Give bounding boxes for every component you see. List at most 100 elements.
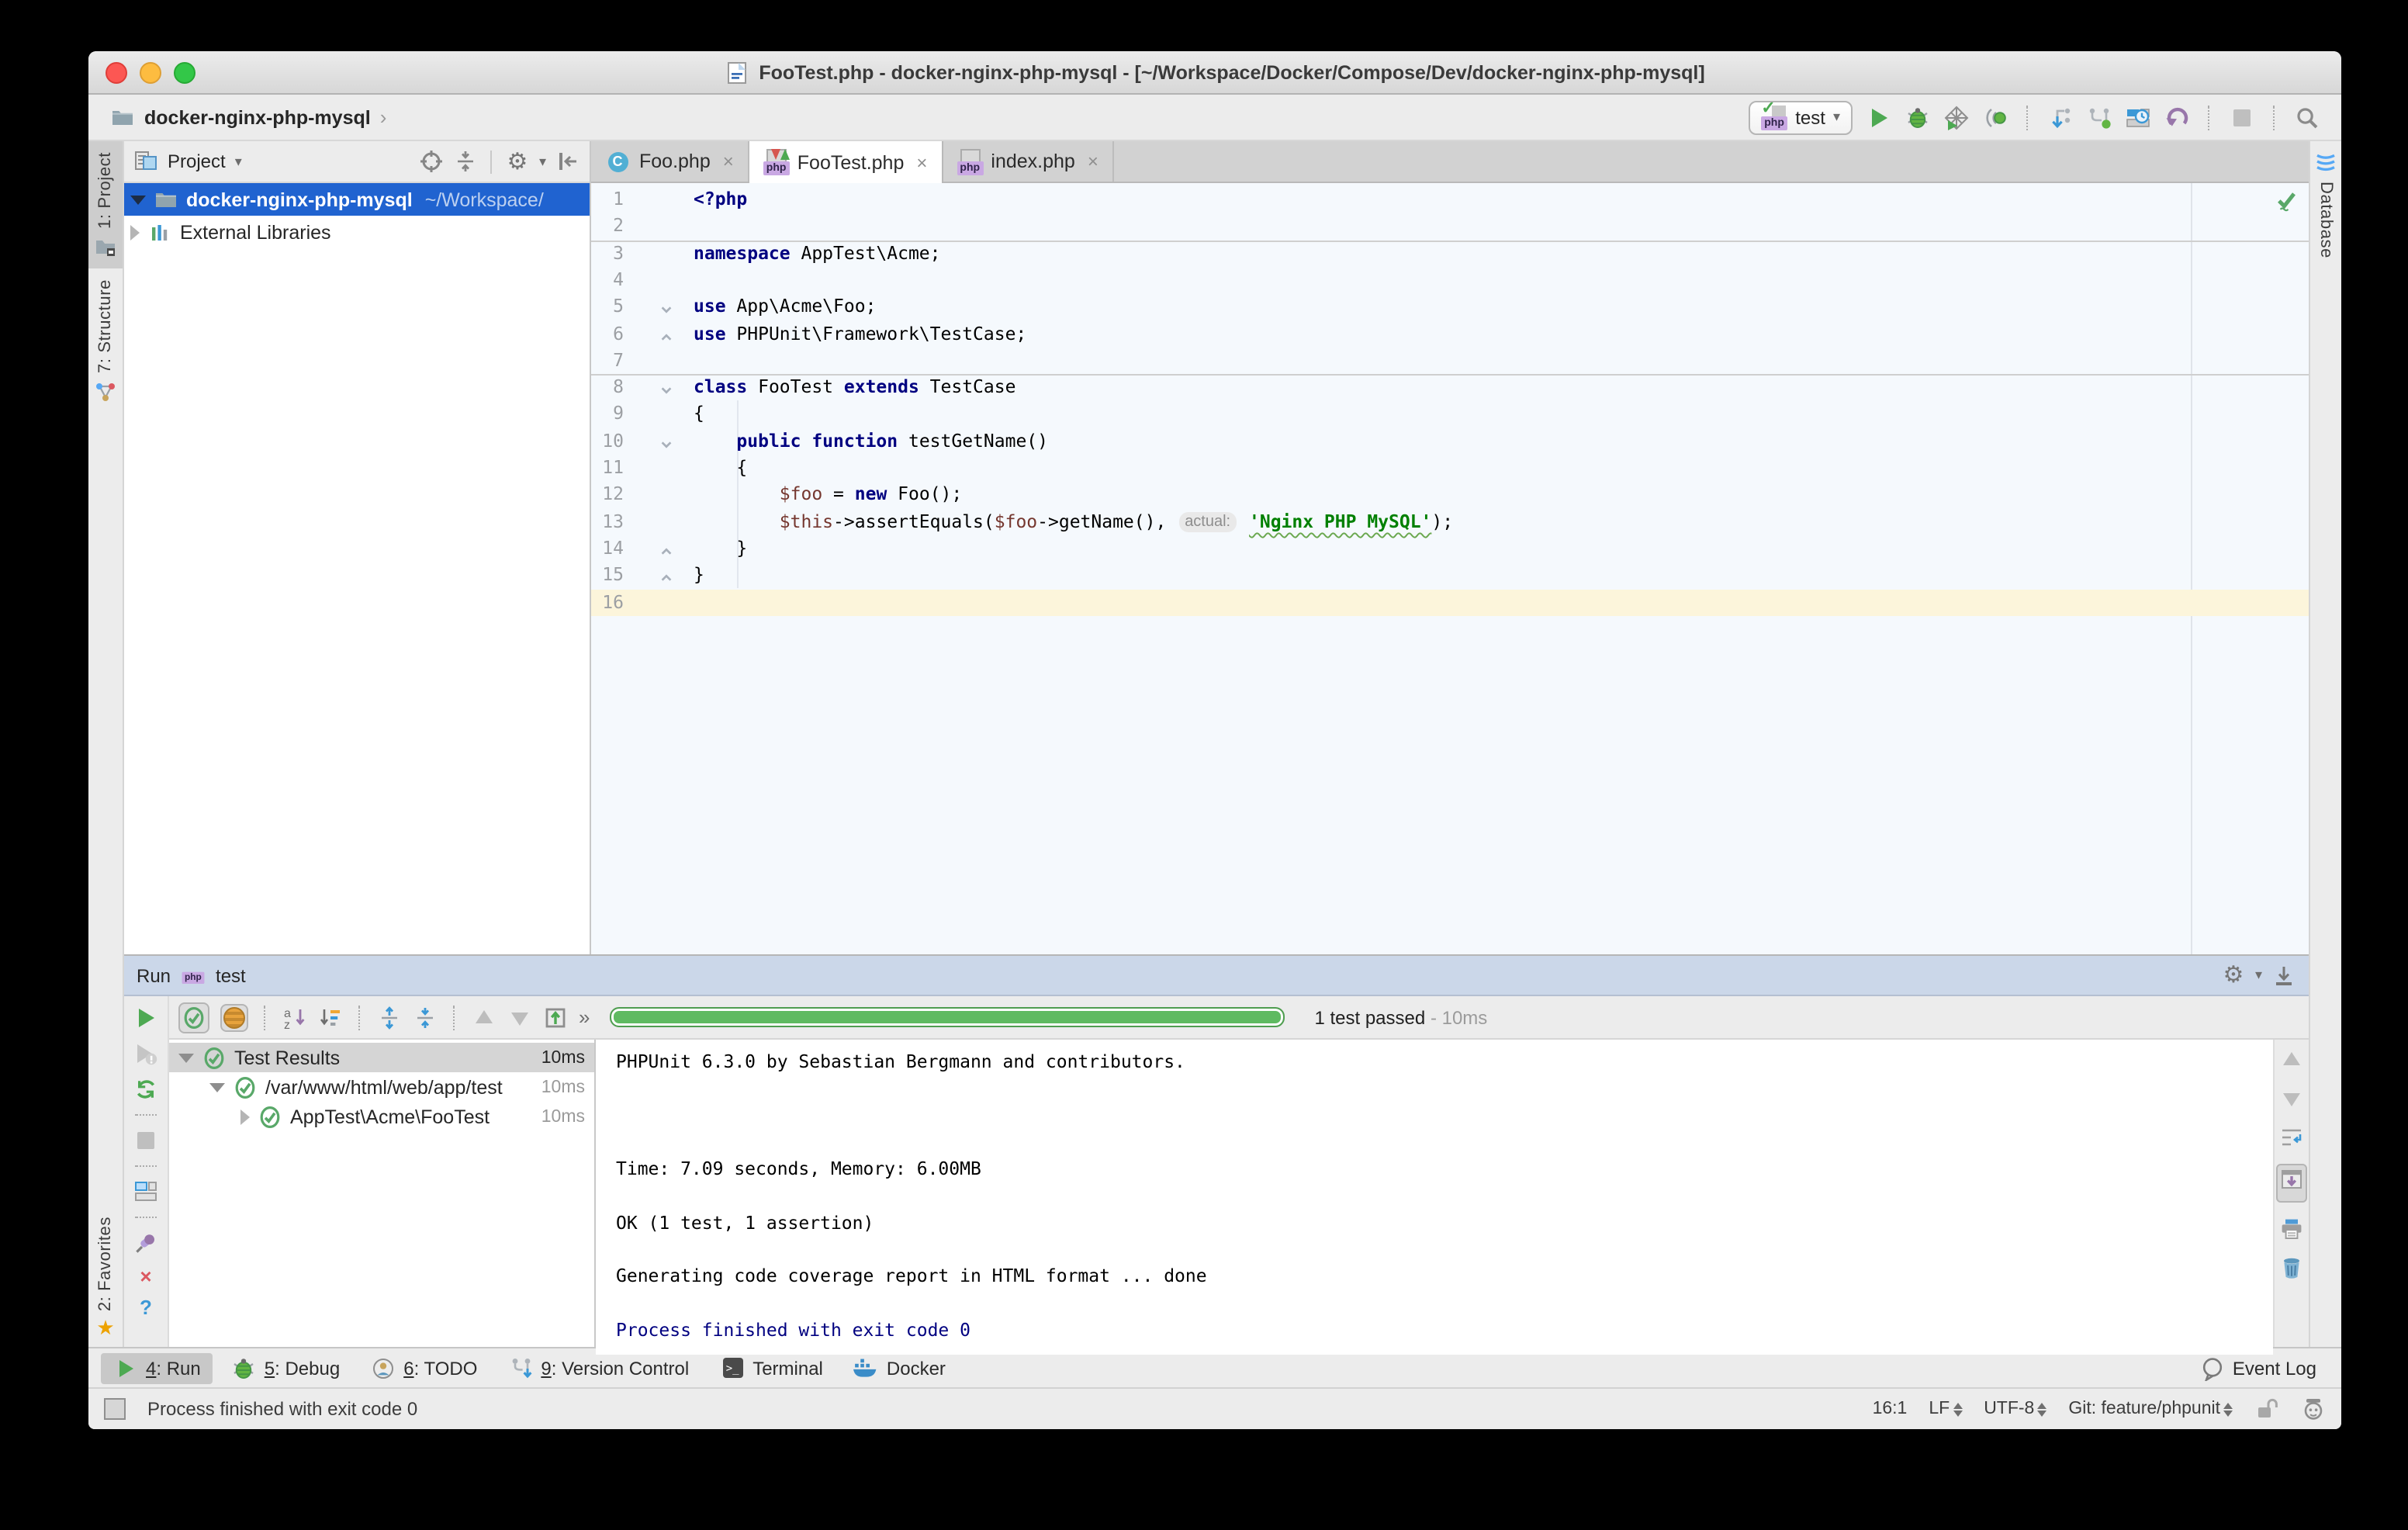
test-tree-row[interactable]: Test Results10ms [169, 1043, 594, 1072]
attach-profiler-button[interactable] [1983, 105, 2008, 130]
show-ignored-toggle[interactable] [220, 1003, 248, 1031]
caret-position-widget[interactable]: 16:1 [1873, 1400, 1908, 1418]
scroll-to-end-button[interactable] [2276, 1164, 2307, 1203]
console-line [616, 1290, 2273, 1317]
code-area[interactable]: <?phpnamespace AppTest\Acme;use App\Acme… [687, 183, 2309, 954]
fold-marker[interactable] [659, 434, 673, 448]
event-log-button[interactable]: Event Log [2188, 1352, 2329, 1383]
gear-icon[interactable]: ⚙ [505, 149, 530, 174]
toolwindow-button-terminal[interactable]: >_Terminal [708, 1352, 836, 1383]
print-button[interactable] [2279, 1217, 2304, 1241]
toolwindow-button--debug[interactable]: 5: Debug [220, 1352, 352, 1383]
gear-icon[interactable]: ⚙ [2221, 963, 2246, 988]
import-test-results-button[interactable] [543, 1005, 568, 1030]
highlighting-level-icon[interactable] [2301, 1397, 2326, 1421]
line-number: 14 [591, 535, 624, 562]
test-tree-row[interactable]: /var/www/html/web/app/test10ms [169, 1072, 594, 1102]
fold-marker[interactable] [659, 299, 673, 313]
toolwindow-project-button[interactable]: 1: Project [88, 141, 123, 269]
tab-foo-php[interactable]: CFoo.php× [591, 141, 749, 182]
more-actions-button[interactable]: » [579, 1006, 590, 1029]
encoding-widget[interactable]: UTF-8 [1984, 1400, 2046, 1418]
project-panel-title: Project [168, 151, 226, 172]
chevron-down-icon[interactable] [130, 195, 146, 204]
restore-layout-button[interactable] [133, 1179, 158, 1204]
help-button[interactable]: ? [140, 1297, 152, 1317]
code-line: } [687, 535, 2309, 562]
run-with-coverage-button[interactable] [1944, 105, 1969, 130]
tab-footest-php[interactable]: phpFooTest.php× [749, 141, 943, 183]
down-stack-trace-button[interactable] [2279, 1086, 2304, 1111]
debug-button[interactable] [1905, 105, 1930, 130]
up-stack-trace-button[interactable] [2279, 1047, 2304, 1072]
previous-occurrence-button[interactable] [472, 1005, 496, 1030]
hide-toolwindow-button[interactable] [2271, 963, 2296, 988]
run-configuration-select[interactable]: ✓ php test ▾ [1749, 100, 1853, 134]
clear-all-button[interactable] [2279, 1255, 2304, 1280]
local-history-button[interactable] [2126, 105, 2150, 130]
code-editor[interactable]: 12345678910111213141516 <?phpnamespace A… [591, 183, 2309, 954]
rerun-button[interactable] [133, 1006, 158, 1030]
chevron-down-icon: ▾ [539, 153, 546, 170]
close-tab-icon[interactable]: × [1088, 151, 1098, 172]
project-tree-row[interactable]: docker-nginx-php-mysql~/Workspace/ [124, 183, 590, 216]
project-tree: docker-nginx-php-mysql~/Workspace/Extern… [124, 183, 590, 248]
next-occurrence-button[interactable] [507, 1005, 532, 1030]
project-tree-row[interactable]: External Libraries [124, 216, 590, 248]
fold-marker[interactable] [659, 327, 673, 341]
expand-all-button[interactable] [377, 1005, 402, 1030]
zoom-window-button[interactable] [174, 61, 195, 83]
line-number: 12 [591, 482, 624, 509]
toolwindow-button--run[interactable]: 4: Run [101, 1352, 213, 1383]
inspection-ok-icon[interactable] [2275, 189, 2298, 213]
stop-button[interactable] [2230, 105, 2254, 130]
vcs-commit-button[interactable] [2087, 105, 2112, 130]
chevron-right-icon[interactable] [130, 224, 140, 240]
toggle-auto-test-button[interactable] [133, 1077, 158, 1102]
pin-tab-button[interactable] [133, 1231, 158, 1255]
toolwindow-button-docker[interactable]: Docker [842, 1352, 958, 1383]
close-window-button[interactable] [106, 61, 127, 83]
run-tool-window-header[interactable]: Run php test ⚙ ▾ [124, 956, 2309, 996]
toolwindow-switcher-icon[interactable] [104, 1398, 126, 1420]
collapse-all-button[interactable] [454, 149, 479, 174]
soft-wrap-button[interactable] [2279, 1125, 2304, 1150]
close-tab-icon[interactable]: × [723, 151, 734, 172]
vcs-update-button[interactable] [2048, 105, 2073, 130]
rerun-failed-tests-button[interactable] [133, 1041, 158, 1066]
fold-marker[interactable] [659, 568, 673, 582]
sort-alphabetically-button[interactable]: az [282, 1005, 307, 1030]
collapse-all-button[interactable] [413, 1005, 438, 1030]
minimize-window-button[interactable] [140, 61, 161, 83]
test-tree-row[interactable]: AppTest\Acme\FooTest10ms [169, 1102, 594, 1131]
docker-icon [854, 1355, 879, 1380]
toolwindow-button--version-control[interactable]: 9: Version Control [496, 1352, 701, 1383]
fold-marker[interactable] [659, 380, 673, 394]
search-everywhere-button[interactable] [2295, 105, 2320, 130]
close-tab-icon[interactable]: × [916, 151, 927, 173]
todo-icon [371, 1355, 396, 1380]
rollback-button[interactable] [2164, 105, 2189, 130]
toolwindow-structure-button[interactable]: 7: Structure [88, 269, 123, 414]
database-stripe-label[interactable]: Database [2316, 182, 2335, 258]
toolwindow-favorites-button[interactable]: 2: Favorites ★ [88, 1206, 123, 1347]
close-toolwindow-button[interactable]: × [140, 1266, 151, 1286]
breadcrumb[interactable]: docker-nginx-php-mysql › [110, 105, 386, 130]
hide-panel-button[interactable] [555, 149, 580, 174]
chevron-down-icon[interactable]: ▾ [235, 153, 242, 170]
tab-index-php[interactable]: phpindex.php× [943, 141, 1113, 182]
git-branch-widget[interactable]: Git: feature/phpunit [2068, 1400, 2233, 1418]
toolwindow-button--todo[interactable]: 6: TODO [358, 1352, 490, 1383]
fold-marker[interactable] [659, 542, 673, 556]
line-separator-widget[interactable]: LF [1929, 1400, 1962, 1418]
run-button[interactable] [1867, 105, 1891, 130]
console-line: PHPUnit 6.3.0 by Sebastian Bergmann and … [616, 1049, 2273, 1076]
locate-file-button[interactable] [420, 149, 445, 174]
stop-process-button[interactable] [133, 1128, 158, 1153]
breadcrumb-project[interactable]: docker-nginx-php-mysql [144, 106, 371, 128]
show-passed-toggle[interactable] [178, 1002, 209, 1033]
readonly-lock-icon[interactable] [2254, 1397, 2279, 1421]
sort-by-duration-button[interactable] [318, 1005, 343, 1030]
run-header-title: Run [137, 964, 171, 986]
playSmall-icon [113, 1355, 138, 1380]
